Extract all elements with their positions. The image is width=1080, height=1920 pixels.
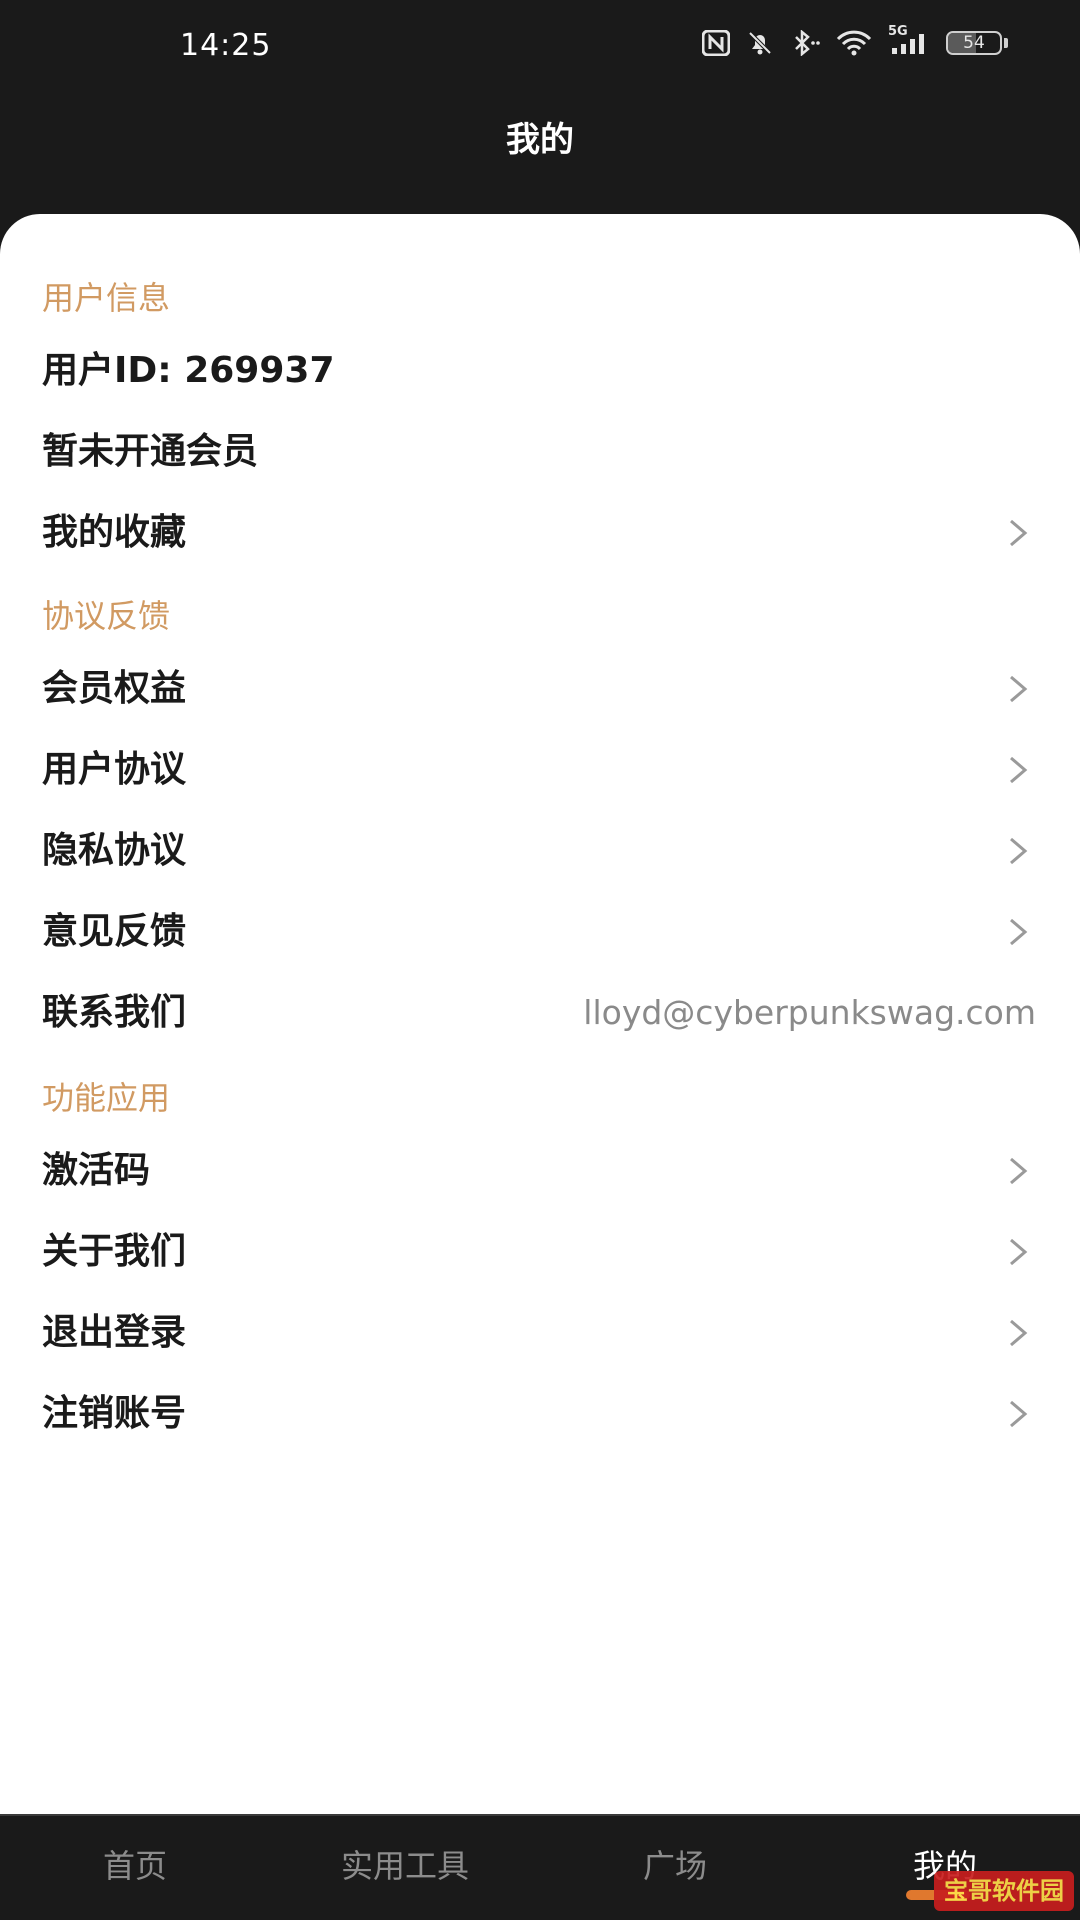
about-us-row[interactable]: 关于我们	[0, 1217, 1080, 1287]
status-time: 14:25	[180, 28, 272, 63]
logout-row[interactable]: 退出登录	[0, 1298, 1080, 1368]
contact-email[interactable]: lloyd@cyberpunkswag.com	[583, 990, 1036, 1036]
delete-account-label: 注销账号	[42, 1393, 187, 1434]
status-bar: 14:25 5G 54	[0, 0, 1080, 100]
chevron-right-icon	[1010, 1157, 1028, 1185]
privacy-agreement-row[interactable]: 隐私协议	[0, 816, 1080, 886]
chevron-right-icon	[1010, 1319, 1028, 1347]
membership-status-row: 暂未开通会员	[0, 417, 1080, 487]
user-agreement-label: 用户协议	[42, 749, 187, 790]
section-title-features: 功能应用	[42, 1079, 171, 1117]
user-agreement-row[interactable]: 用户协议	[0, 735, 1080, 805]
tab-tools[interactable]: 实用工具	[270, 1816, 540, 1920]
bottom-tab-bar: 首页 实用工具 广场 我的	[0, 1814, 1080, 1920]
chevron-right-icon	[1010, 519, 1028, 547]
feedback-label: 意见反馈	[42, 911, 187, 952]
contact-us-label: 联系我们	[42, 992, 187, 1033]
privacy-agreement-label: 隐私协议	[42, 830, 187, 871]
activation-code-row[interactable]: 激活码	[0, 1136, 1080, 1206]
battery-level: 54	[963, 33, 985, 53]
signal-icon: 5G	[888, 24, 930, 56]
bluetooth-icon	[790, 30, 820, 56]
chevron-right-icon	[1010, 675, 1028, 703]
feedback-row[interactable]: 意见反馈	[0, 897, 1080, 967]
user-id-row: 用户ID: 269937	[0, 336, 1080, 406]
network-type: 5G	[888, 24, 908, 39]
member-benefits-row[interactable]: 会员权益	[0, 654, 1080, 724]
chevron-right-icon	[1010, 837, 1028, 865]
chevron-right-icon	[1010, 1238, 1028, 1266]
membership-status-label: 暂未开通会员	[42, 431, 259, 472]
settings-card: 用户信息 用户ID: 269937 暂未开通会员 我的收藏 协议反馈 会员权益 …	[0, 214, 1080, 1814]
about-us-label: 关于我们	[42, 1231, 187, 1272]
battery-icon: 54	[946, 31, 1008, 55]
member-benefits-label: 会员权益	[42, 668, 187, 709]
section-title-agreements: 协议反馈	[42, 597, 171, 635]
chevron-right-icon	[1010, 1400, 1028, 1428]
delete-account-row[interactable]: 注销账号	[0, 1379, 1080, 1449]
chevron-right-icon	[1010, 756, 1028, 784]
nfc-icon	[702, 30, 730, 56]
page-header: 我的	[0, 100, 1080, 214]
activation-code-label: 激活码	[42, 1150, 151, 1191]
user-id-label: 用户ID: 269937	[42, 350, 335, 391]
section-title-user-info: 用户信息	[42, 279, 171, 317]
watermark-logo: 宝哥软件园	[934, 1871, 1074, 1911]
logout-label: 退出登录	[42, 1312, 187, 1353]
favorites-label: 我的收藏	[42, 512, 187, 553]
mute-bell-icon	[746, 30, 774, 56]
contact-us-row[interactable]: 联系我们 lloyd@cyberpunkswag.com	[0, 978, 1080, 1048]
tab-square[interactable]: 广场	[540, 1816, 810, 1920]
tab-home[interactable]: 首页	[0, 1816, 270, 1920]
status-icons: 5G 54	[702, 24, 1008, 56]
favorites-row[interactable]: 我的收藏	[0, 498, 1080, 568]
wifi-icon	[836, 30, 872, 56]
page-title: 我的	[506, 120, 574, 160]
chevron-right-icon	[1010, 918, 1028, 946]
